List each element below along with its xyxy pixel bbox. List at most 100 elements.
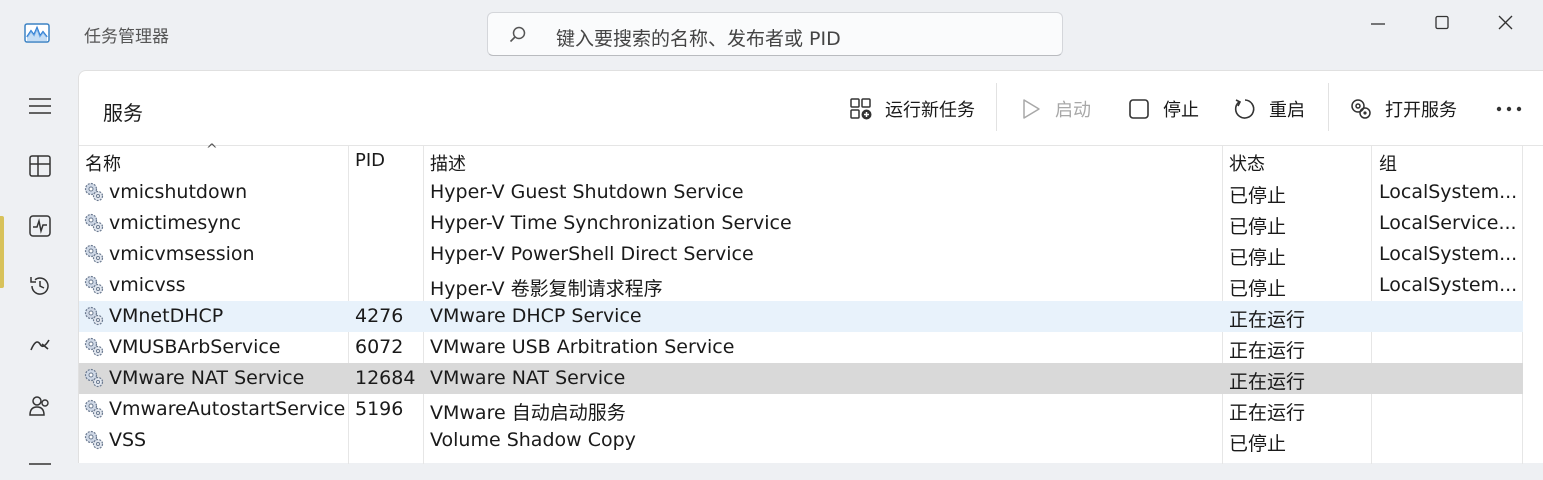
nav-performance[interactable] bbox=[22, 208, 58, 244]
app-title: 任务管理器 bbox=[84, 27, 169, 47]
maximize-icon bbox=[1435, 15, 1449, 30]
service-status: 已停止 bbox=[1229, 247, 1287, 269]
service-status: 正在运行 bbox=[1229, 371, 1306, 393]
service-status: 已停止 bbox=[1229, 278, 1287, 300]
service-gear-icon bbox=[83, 367, 105, 389]
service-gear-icon bbox=[83, 305, 105, 327]
service-gear-icon bbox=[83, 398, 105, 420]
processes-icon bbox=[29, 155, 51, 177]
table-row-selected[interactable]: VMware NAT Service 12684 VMware NAT Serv… bbox=[79, 363, 1523, 394]
service-description: Hyper-V Time Synchronization Service bbox=[430, 212, 792, 234]
column-header-pid[interactable]: PID bbox=[355, 150, 385, 171]
close-button[interactable] bbox=[1486, 8, 1526, 40]
service-pid: 4276 bbox=[355, 305, 404, 327]
run-new-task-icon bbox=[850, 98, 872, 120]
stop-icon bbox=[1129, 99, 1149, 119]
more-dots-icon bbox=[1496, 106, 1522, 112]
table-row[interactable]: vmicvss Hyper-V 卷影复制请求程序 已停止 LocalSystem… bbox=[79, 270, 1523, 301]
start-button[interactable]: 启动 bbox=[1019, 91, 1091, 127]
service-description: Hyper-V Guest Shutdown Service bbox=[430, 181, 744, 203]
service-description: Volume Shadow Copy bbox=[430, 429, 636, 451]
service-status: 正在运行 bbox=[1229, 309, 1306, 331]
open-services-icon bbox=[1351, 99, 1371, 119]
service-pid: 5196 bbox=[355, 398, 404, 420]
toolbar-separator bbox=[996, 83, 997, 131]
table-row[interactable]: VmwareAutostartService 5196 VMware 自动启动服… bbox=[79, 394, 1523, 425]
column-header-name[interactable]: 名称 bbox=[85, 150, 121, 176]
service-description: VMware NAT Service bbox=[430, 367, 626, 389]
service-gear-icon bbox=[83, 274, 105, 296]
service-name: vmicvmsession bbox=[109, 243, 255, 265]
service-pid: 6072 bbox=[355, 336, 404, 358]
column-header-name-label: 名称 bbox=[85, 154, 121, 175]
play-icon bbox=[1023, 99, 1040, 119]
service-description: Hyper-V PowerShell Direct Service bbox=[430, 243, 754, 265]
service-gear-icon bbox=[83, 336, 105, 358]
service-gear-icon bbox=[83, 181, 105, 203]
details-list-icon bbox=[29, 463, 51, 465]
table-row[interactable]: VSS Volume Shadow Copy 已停止 bbox=[79, 425, 1523, 456]
service-gear-icon bbox=[83, 212, 105, 234]
more-options-button[interactable] bbox=[1495, 91, 1535, 127]
page-title: 服务 bbox=[103, 101, 143, 125]
column-header-group[interactable]: 组 bbox=[1379, 150, 1397, 176]
table-row[interactable]: vmictimesync Hyper-V Time Synchronizatio… bbox=[79, 208, 1523, 239]
service-description: VMware 自动启动服务 bbox=[430, 402, 626, 424]
nav-users[interactable] bbox=[22, 388, 58, 424]
toolbar-separator bbox=[1328, 83, 1329, 131]
column-header-status[interactable]: 状态 bbox=[1229, 150, 1265, 176]
column-header-description[interactable]: 描述 bbox=[430, 150, 466, 176]
table-row[interactable]: vmicshutdown Hyper-V Guest Shutdown Serv… bbox=[79, 177, 1523, 208]
start-label: 启动 bbox=[1055, 100, 1091, 121]
service-gear-icon bbox=[83, 243, 105, 265]
service-group: LocalSystem... bbox=[1379, 274, 1518, 296]
restart-label: 重启 bbox=[1269, 100, 1305, 121]
search-icon bbox=[509, 26, 526, 43]
open-services-button[interactable]: 打开服务 bbox=[1349, 91, 1457, 127]
stop-label: 停止 bbox=[1163, 100, 1199, 121]
service-name: VMware NAT Service bbox=[109, 367, 305, 389]
service-group: LocalService... bbox=[1379, 212, 1517, 234]
startup-speedometer-icon bbox=[30, 339, 50, 351]
sort-ascending-icon: ^ bbox=[206, 142, 218, 158]
service-status: 已停止 bbox=[1229, 216, 1287, 238]
services-table: 名称 ^ PID 描述 状态 组 vmicshutdown Hyper-V Gu… bbox=[79, 142, 1523, 456]
table-row[interactable]: VMnetDHCP 4276 VMware DHCP Service 正在运行 bbox=[79, 301, 1523, 332]
table-row[interactable]: VMUSBArbService 6072 VMware USB Arbitrat… bbox=[79, 332, 1523, 363]
service-name: VMUSBArbService bbox=[109, 336, 281, 358]
nav-details[interactable] bbox=[22, 444, 58, 480]
service-status: 已停止 bbox=[1229, 185, 1287, 207]
nav-app-history[interactable] bbox=[22, 268, 58, 304]
task-manager-icon bbox=[24, 23, 50, 43]
table-row[interactable]: vmicvmsession Hyper-V PowerShell Direct … bbox=[79, 239, 1523, 270]
run-new-task-label: 运行新任务 bbox=[885, 100, 975, 121]
nav-startup-apps[interactable] bbox=[22, 328, 58, 364]
service-status: 正在运行 bbox=[1229, 402, 1306, 424]
service-name: VmwareAutostartService bbox=[109, 398, 346, 420]
service-pid: 12684 bbox=[355, 367, 416, 389]
hamburger-icon bbox=[29, 98, 51, 114]
nav-rail bbox=[0, 70, 78, 465]
service-name: VSS bbox=[109, 429, 147, 451]
service-name: vmicshutdown bbox=[109, 181, 248, 203]
service-group: LocalSystem... bbox=[1379, 181, 1518, 203]
service-gear-icon bbox=[83, 429, 105, 451]
minimize-button[interactable] bbox=[1358, 8, 1398, 40]
maximize-button[interactable] bbox=[1422, 8, 1462, 40]
service-group: LocalSystem... bbox=[1379, 243, 1518, 265]
restart-button[interactable]: 重启 bbox=[1233, 91, 1305, 127]
minimize-icon bbox=[1371, 23, 1385, 25]
title-bar: 任务管理器 键入要搜索的名称、发布者或 PID bbox=[0, 0, 1543, 70]
run-new-task-button[interactable]: 运行新任务 bbox=[849, 91, 975, 127]
hamburger-menu-button[interactable] bbox=[22, 88, 58, 124]
search-box[interactable]: 键入要搜索的名称、发布者或 PID bbox=[487, 12, 1063, 56]
nav-processes[interactable] bbox=[22, 148, 58, 184]
service-description: VMware USB Arbitration Service bbox=[430, 336, 735, 358]
stop-button[interactable]: 停止 bbox=[1127, 91, 1199, 127]
table-header: 名称 ^ PID 描述 状态 组 bbox=[79, 142, 1523, 177]
service-description: Hyper-V 卷影复制请求程序 bbox=[430, 278, 663, 300]
users-icon bbox=[29, 396, 49, 416]
services-panel: 服务 运行新任务 启动 停止 重启 打开服务 名称 ^ PID 描述 状态 组 … bbox=[78, 70, 1543, 464]
open-services-label: 打开服务 bbox=[1385, 100, 1457, 121]
service-name: vmictimesync bbox=[109, 212, 242, 234]
